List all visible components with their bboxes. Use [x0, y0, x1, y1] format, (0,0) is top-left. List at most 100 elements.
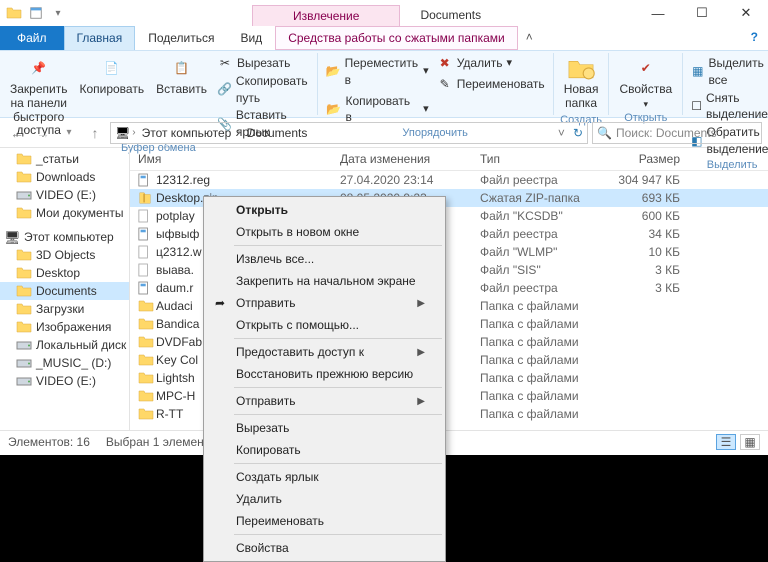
menu-item[interactable]: ➦ Отправить ▶ [206, 292, 443, 314]
folder-icon [16, 152, 32, 166]
col-type[interactable]: Тип [480, 152, 610, 166]
menu-item[interactable]: Копировать [206, 439, 443, 461]
menu-separator [234, 463, 442, 464]
tab-file[interactable]: Файл [0, 26, 64, 50]
folder-icon [16, 170, 32, 184]
view-details-button[interactable]: ☰ [716, 434, 736, 450]
recent-button[interactable]: ▾ [58, 122, 80, 144]
forward-button[interactable]: → [32, 122, 54, 144]
tree-item[interactable]: _статьи [0, 150, 129, 168]
col-size[interactable]: Размер [610, 152, 690, 166]
menu-item[interactable]: Закрепить на начальном экране [206, 270, 443, 292]
folder-icon [16, 320, 32, 334]
breadcrumb-root[interactable]: Этот компьютер [138, 126, 236, 140]
file-icon [138, 263, 152, 277]
menu-item[interactable]: Открыть [206, 199, 443, 221]
up-button[interactable]: ↑ [84, 122, 106, 144]
list-header[interactable]: Имя Дата изменения Тип Размер [130, 148, 768, 171]
search-icon: 🔍 [597, 126, 612, 140]
cut-icon: ✂ [217, 56, 233, 70]
menu-item[interactable]: Предоставить доступ к ▶ [206, 341, 443, 363]
copy-path-button[interactable]: 🔗Скопировать путь [215, 73, 311, 107]
close-button[interactable]: ✕ [724, 0, 768, 26]
folder-icon [138, 389, 152, 403]
help-icon[interactable]: ? [741, 26, 768, 50]
tab-view[interactable]: Вид [227, 26, 275, 50]
address-dropdown-icon[interactable]: ˅ [558, 126, 565, 140]
new-folder-button[interactable]: Новая папка [560, 55, 603, 113]
tree-item[interactable]: _MUSIC_ (D:) [0, 354, 129, 372]
address-bar[interactable]: 🖥 › Этот компьютер › Documents ˅ ↻ [110, 122, 588, 144]
menu-item[interactable]: Вырезать [206, 417, 443, 439]
back-button[interactable]: ← [6, 122, 28, 144]
tree-item[interactable]: Documents [0, 282, 129, 300]
file-icon [138, 209, 152, 223]
copyto-icon: 📂 [326, 102, 342, 116]
properties-button[interactable]: ✔Свойства▾ [615, 55, 676, 111]
tree-item[interactable]: Downloads [0, 168, 129, 186]
qat-props-icon[interactable] [28, 5, 44, 21]
context-menu[interactable]: Открыть Открыть в новом окне Извлечь все… [203, 196, 446, 562]
tree-item[interactable]: Изображения [0, 318, 129, 336]
menu-item[interactable]: Переименовать [206, 510, 443, 532]
reg-icon [138, 281, 152, 295]
search-placeholder: Поиск: Documents [616, 126, 717, 140]
col-date[interactable]: Дата изменения [340, 152, 480, 166]
paste-icon: 📋 [168, 57, 196, 81]
select-none-button[interactable]: ☐Снять выделение [689, 90, 768, 124]
pc-icon: 🖥 [115, 126, 130, 140]
tree-item[interactable]: 3D Objects [0, 246, 129, 264]
folder-icon [6, 5, 22, 21]
tree-item[interactable]: Desktop [0, 264, 129, 282]
ribbon-collapse-icon[interactable]: ˄ [518, 26, 541, 50]
move-icon: 📂 [326, 65, 341, 79]
menu-item[interactable]: Создать ярлык [206, 466, 443, 488]
context-tab-extract[interactable]: Извлечение [252, 5, 400, 26]
cut-button[interactable]: ✂Вырезать [215, 55, 311, 72]
pin-icon: 📌 [25, 57, 53, 81]
paste-button[interactable]: 📋Вставить [152, 55, 211, 99]
tab-compress-tools[interactable]: Средства работы со сжатыми папками [275, 26, 518, 50]
folder-icon [138, 299, 152, 313]
tree-item[interactable]: Мои документы [0, 204, 129, 222]
menu-item[interactable]: Извлечь все... [206, 248, 443, 270]
drive-icon [16, 374, 32, 388]
submenu-arrow-icon: ▶ [417, 347, 425, 358]
drive-icon [16, 188, 32, 202]
tree-item[interactable]: VIDEO (E:) [0, 186, 129, 204]
view-large-button[interactable]: ▦ [740, 434, 760, 450]
copy-icon: 📄 [98, 57, 126, 81]
titlebar: ▾ Извлечение Documents — ☐ ✕ [0, 0, 768, 26]
minimize-button[interactable]: — [636, 0, 680, 26]
refresh-icon[interactable]: ↻ [567, 126, 583, 140]
menu-item[interactable]: Открыть с помощью... [206, 314, 443, 336]
list-row[interactable]: 12312.reg 27.04.2020 23:14 Файл реестра … [130, 171, 768, 189]
copy-button[interactable]: 📄Копировать [75, 55, 148, 99]
delete-button[interactable]: ✖Удалить ▾ [435, 55, 547, 72]
menu-item[interactable]: Открыть в новом окне [206, 221, 443, 243]
folder-icon [16, 206, 32, 220]
tree-this-pc[interactable]: 🖥Этот компьютер [0, 228, 129, 246]
tree-item[interactable]: Загрузки [0, 300, 129, 318]
menu-item[interactable]: Свойства [206, 537, 443, 559]
breadcrumb-folder[interactable]: Documents [243, 126, 312, 140]
select-all-button[interactable]: ▦Выделить все [689, 55, 768, 89]
drive-icon [16, 338, 32, 352]
path-icon: 🔗 [217, 83, 232, 97]
nav-tree[interactable]: _статьиDownloadsVIDEO (E:)Мои документы🖥… [0, 148, 130, 430]
maximize-button[interactable]: ☐ [680, 0, 724, 26]
tab-home[interactable]: Главная [64, 26, 136, 50]
tree-item[interactable]: Локальный диск [0, 336, 129, 354]
move-to-button[interactable]: 📂Переместить в ▾ [324, 55, 431, 89]
select-all-icon: ▦ [691, 65, 704, 79]
menu-item[interactable]: Отправить ▶ [206, 390, 443, 412]
menu-item[interactable]: Восстановить прежнюю версию [206, 363, 443, 385]
menu-separator [234, 387, 442, 388]
tab-share[interactable]: Поделиться [135, 26, 227, 50]
rename-button[interactable]: ✎Переименовать [435, 76, 547, 93]
search-input[interactable]: 🔍 Поиск: Documents [592, 122, 762, 144]
qat-dropdown-icon[interactable]: ▾ [50, 5, 66, 21]
menu-item[interactable]: Удалить [206, 488, 443, 510]
col-name[interactable]: Имя [130, 152, 340, 166]
tree-item[interactable]: VIDEO (E:) [0, 372, 129, 390]
